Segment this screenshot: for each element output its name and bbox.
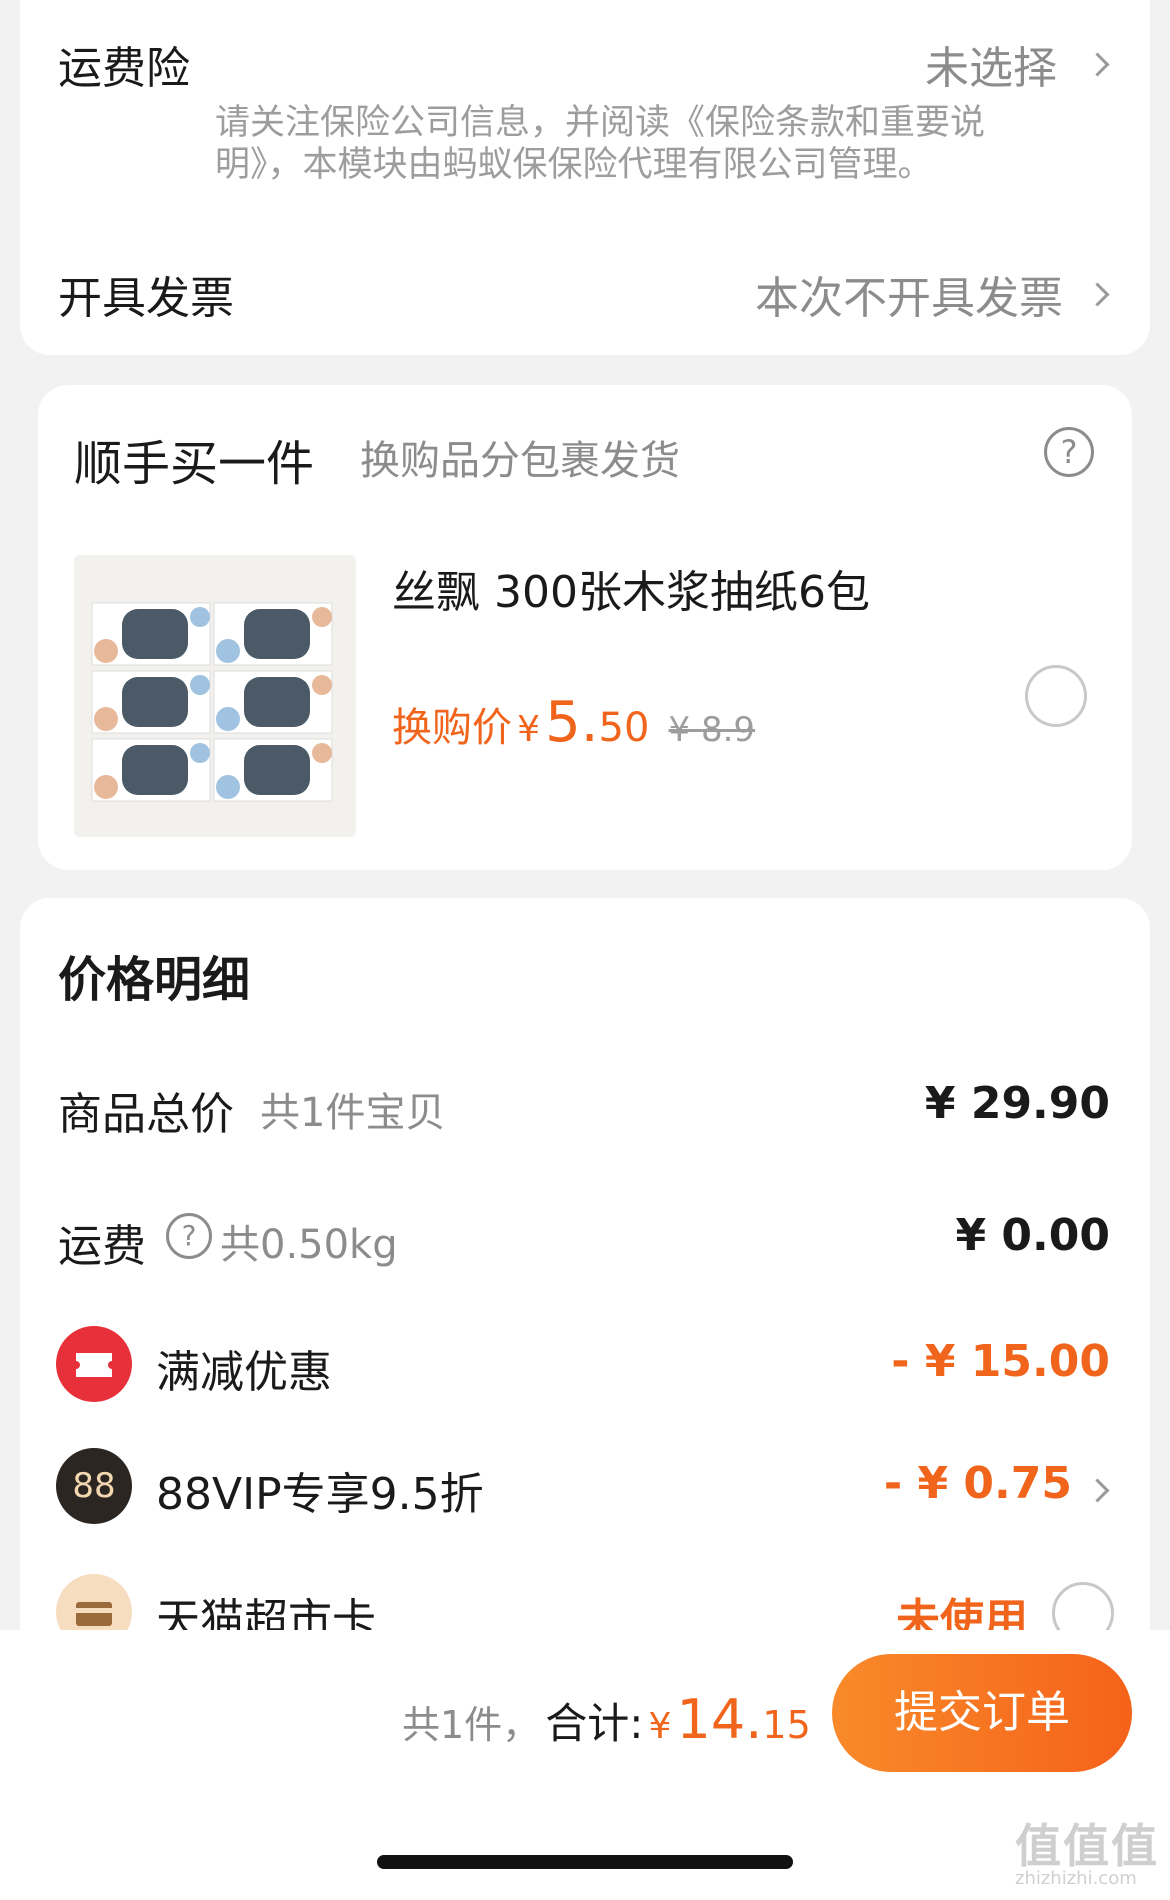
item-count: 共1件，	[402, 1703, 541, 1747]
discount-label: 满减优惠	[156, 1347, 332, 1398]
ticket-glyph	[76, 1353, 112, 1377]
insurance-notice-line1[interactable]: 请关注保险公司信息，并阅读《保险条款和重要说	[215, 102, 985, 144]
price-label: 换购价	[392, 705, 512, 751]
addon-title: 顺手买一件	[74, 436, 315, 492]
shipping-fee-label: 运费	[58, 1221, 146, 1272]
product-thumbnail[interactable]	[74, 555, 356, 837]
addon-select-radio[interactable]	[1025, 665, 1087, 727]
addon-subtitle: 换购品分包裹发货	[360, 438, 680, 484]
vip-discount-amount[interactable]: - ¥ 0.75	[760, 1458, 1072, 1509]
total-integer: 14.	[676, 1688, 763, 1751]
shipping-insurance-value[interactable]: 未选择	[925, 32, 1057, 96]
discount-amount: - ¥ 15.00	[891, 1336, 1110, 1387]
total-currency: ¥	[648, 1706, 672, 1747]
vip-discount-label: 88VIP专享9.5折	[156, 1469, 484, 1520]
original-price: ¥ 8.9	[668, 710, 756, 750]
item-total-sub: 共1件宝贝	[260, 1090, 446, 1136]
total-label: 合计:	[545, 1699, 644, 1748]
price-detail-title: 价格明细	[58, 952, 251, 1008]
watermark-logo: 值值值	[1015, 1819, 1159, 1873]
question-circle-icon[interactable]: ?	[1044, 427, 1094, 477]
question-circle-icon[interactable]: ?	[166, 1213, 212, 1259]
insurance-notice-line2[interactable]: 明》，本模块由蚂蚁保保险代理有限公司管理。	[215, 144, 933, 186]
shipping-insurance-title: 运费险	[58, 43, 190, 94]
price-currency: ¥	[517, 709, 540, 750]
watermark-url: zhizhizhi.com	[1015, 1868, 1137, 1889]
home-indicator[interactable]	[377, 1855, 793, 1869]
vip-88-icon: 88	[56, 1448, 132, 1524]
product-price-line: 换购价 ¥ 5.50 ¥ 8.9	[392, 690, 755, 755]
price-integer: 5.	[545, 690, 599, 755]
invoice-title: 开具发票	[58, 273, 234, 324]
shipping-fee-amount: ¥ 0.00	[955, 1210, 1111, 1261]
coupon-icon	[56, 1326, 132, 1402]
invoice-value[interactable]: 本次不开具发票	[755, 262, 1063, 326]
item-total-label: 商品总价	[58, 1089, 234, 1140]
product-name[interactable]: 丝飘 300张木浆抽纸6包	[392, 556, 870, 620]
shipping-weight: 共0.50kg	[220, 1222, 398, 1268]
submit-order-button[interactable]: 提交订单	[832, 1654, 1132, 1772]
item-total-amount: ¥ 29.90	[924, 1078, 1110, 1129]
price-decimal: 50	[598, 705, 650, 751]
tissue-pack-image	[74, 555, 356, 837]
order-total: 共1件， 合计: ¥ 14.15	[402, 1688, 811, 1751]
total-decimal: 15	[762, 1703, 811, 1747]
